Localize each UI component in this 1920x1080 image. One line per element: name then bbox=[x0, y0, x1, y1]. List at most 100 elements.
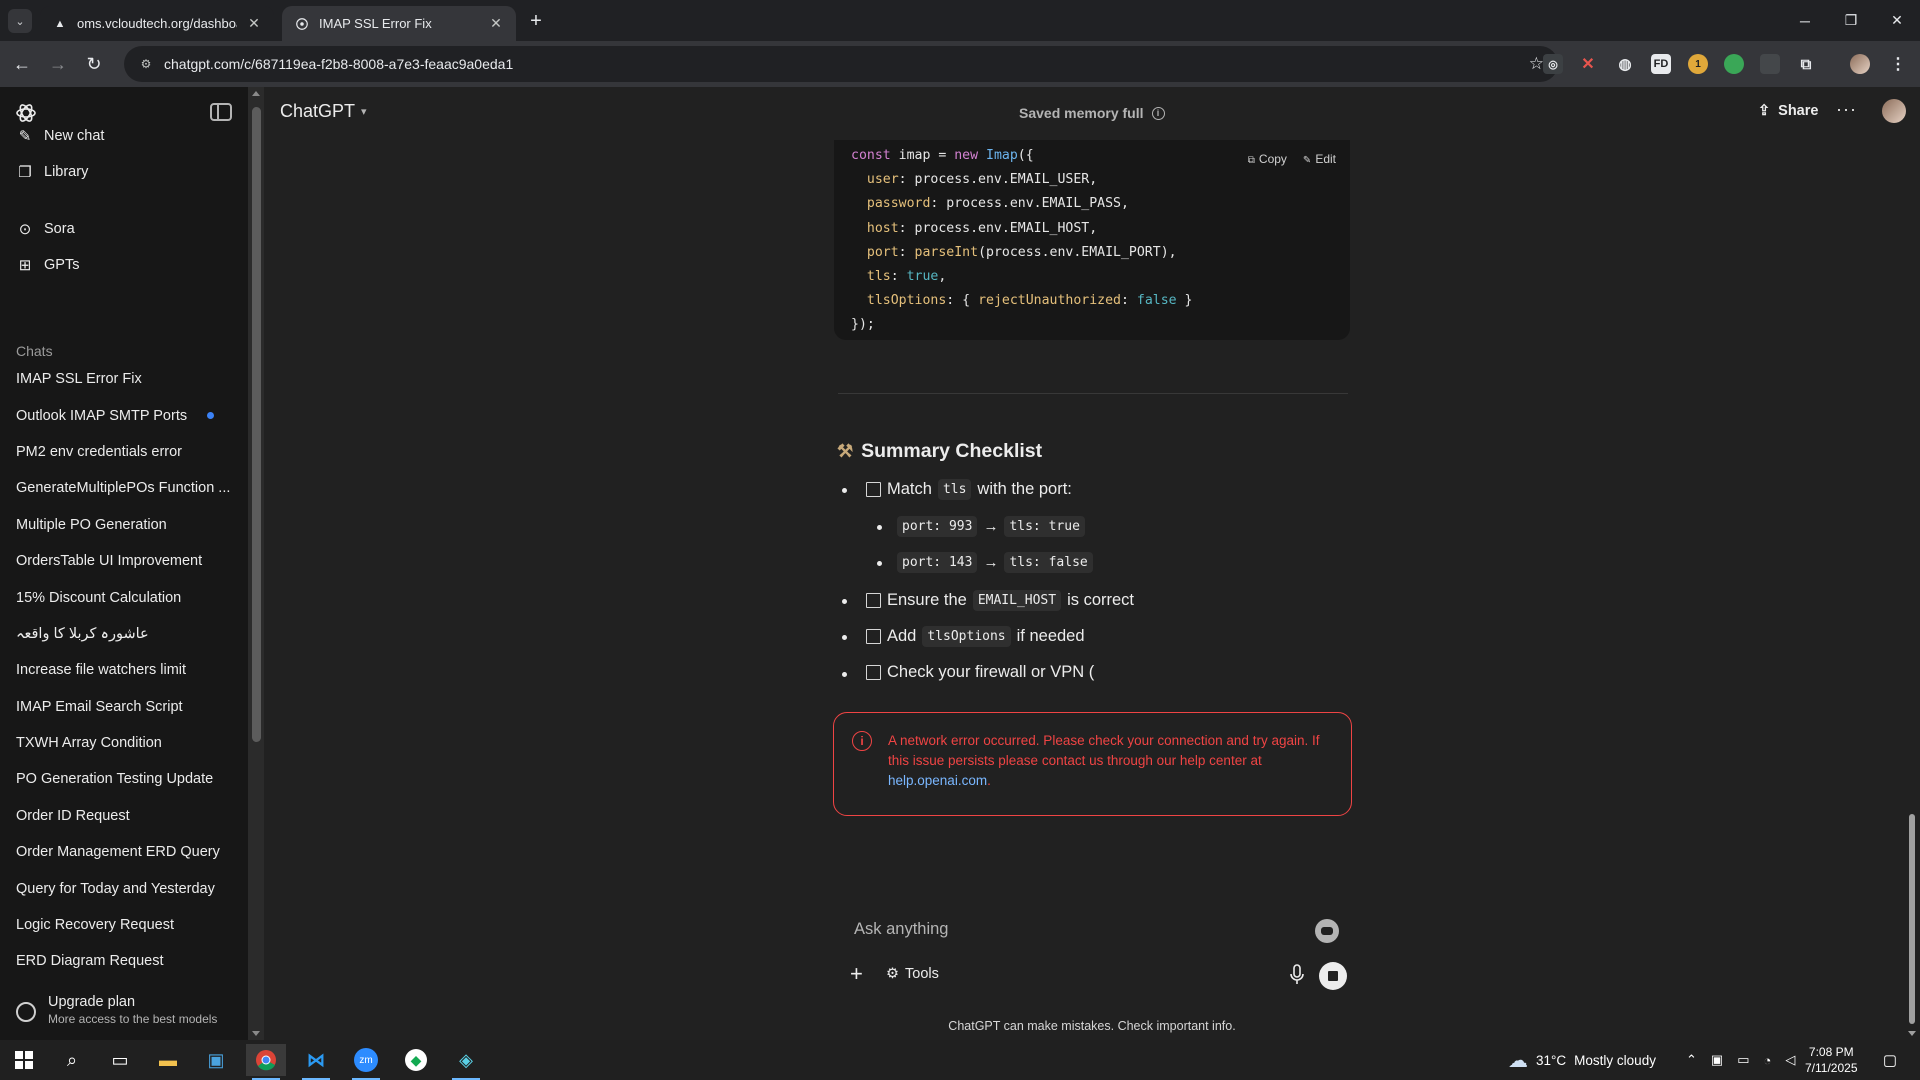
checkbox[interactable] bbox=[866, 629, 881, 644]
checkbox[interactable] bbox=[866, 482, 881, 497]
chat-item[interactable]: ERD Diagram Request bbox=[0, 943, 240, 979]
restore-icon[interactable]: ❐ bbox=[1828, 0, 1874, 41]
more-options-icon[interactable]: ··· bbox=[1836, 99, 1857, 120]
checkbox[interactable] bbox=[866, 593, 881, 608]
green-extension-icon[interactable] bbox=[1724, 54, 1744, 74]
cast-extension-icon[interactable] bbox=[1760, 54, 1780, 74]
chat-item[interactable]: 15% Discount Calculation bbox=[0, 579, 240, 615]
profile-avatar-icon[interactable] bbox=[1850, 54, 1870, 74]
stop-generation-button[interactable] bbox=[1319, 962, 1347, 990]
bookmark-star-icon[interactable]: ☆ bbox=[1529, 54, 1544, 74]
new-chat-button[interactable]: ✎ New chat bbox=[16, 127, 105, 145]
gpts-button[interactable]: ⊞ GPTs bbox=[16, 256, 80, 274]
add-attachment-icon[interactable]: + bbox=[850, 961, 863, 987]
chat-item-label: PO Generation Testing Update bbox=[16, 771, 214, 788]
upgrade-plan-button[interactable]: Upgrade plan More access to the best mod… bbox=[16, 994, 217, 1026]
scrollbar-thumb[interactable] bbox=[1909, 814, 1915, 1024]
zoom-icon[interactable]: zm bbox=[346, 1044, 386, 1080]
chat-item[interactable]: PM2 env credentials error bbox=[0, 434, 240, 470]
url-text[interactable]: chatgpt.com/c/687119ea-f2b8-8008-a7e3-fe… bbox=[164, 56, 513, 72]
mongodb-compass-icon[interactable]: ◆ bbox=[396, 1044, 436, 1076]
scroll-down-arrow-icon[interactable] bbox=[1908, 1031, 1916, 1036]
back-icon[interactable]: ← bbox=[8, 50, 36, 78]
fd-extension-icon[interactable]: FD bbox=[1651, 54, 1671, 74]
list-bullet bbox=[877, 561, 882, 566]
file-explorer-icon[interactable]: ▬ bbox=[148, 1044, 188, 1076]
new-tab-icon[interactable]: + bbox=[524, 10, 548, 34]
sidebar-scrollbar[interactable] bbox=[248, 87, 264, 1040]
task-view-icon[interactable]: ▭ bbox=[100, 1044, 140, 1076]
sidebar-toggle-icon[interactable] bbox=[210, 103, 232, 121]
tab-search-chevron-icon[interactable]: ⌄ bbox=[8, 9, 32, 33]
scroll-up-arrow-icon[interactable] bbox=[252, 91, 260, 96]
network-error-alert: i A network error occurred. Please check… bbox=[833, 712, 1352, 816]
chat-item[interactable]: Multiple PO Generation bbox=[0, 507, 240, 543]
chat-item[interactable]: Increase file watchers limit bbox=[0, 652, 240, 688]
window-close-icon[interactable]: ✕ bbox=[1874, 0, 1920, 41]
chat-item[interactable]: GenerateMultiplePOs Function ... bbox=[0, 470, 240, 506]
speaker-muted-icon[interactable]: ◁ bbox=[1785, 1052, 1795, 1068]
extensions-puzzle-icon[interactable]: ⧉ bbox=[1796, 54, 1816, 74]
chat-item[interactable]: IMAP Email Search Script bbox=[0, 689, 240, 725]
scrollbar-thumb[interactable] bbox=[252, 107, 261, 742]
browser-tab-dashboard[interactable]: ▲ oms.vcloudtech.org/dashboard ✕ bbox=[40, 6, 274, 41]
forward-icon[interactable]: → bbox=[44, 50, 72, 78]
prompt-input[interactable]: Ask anything bbox=[854, 920, 948, 939]
tools-button[interactable]: ⚙ Tools bbox=[886, 966, 939, 982]
windows-start-icon[interactable] bbox=[4, 1044, 44, 1076]
address-bar[interactable]: ⚙ chatgpt.com/c/687119ea-f2b8-8008-a7e3-… bbox=[124, 46, 1558, 82]
store-icon[interactable]: ▣ bbox=[196, 1044, 236, 1076]
chat-item[interactable]: OrdersTable UI Improvement bbox=[0, 543, 240, 579]
info-icon[interactable]: i bbox=[1151, 106, 1165, 120]
chat-item[interactable]: Query for Today and Yesterday bbox=[0, 870, 240, 906]
chat-item[interactable]: Order Management ERD Query bbox=[0, 834, 240, 870]
browser-menu-icon[interactable]: ⋮ bbox=[1888, 54, 1908, 74]
weather-widget[interactable]: ☁ 31°C Mostly cloudy bbox=[1508, 1040, 1656, 1080]
globe-extension-icon[interactable]: ◍ bbox=[1615, 54, 1635, 74]
vscode-icon[interactable]: ⋈ bbox=[296, 1044, 336, 1080]
chat-item[interactable]: Logic Recovery Request bbox=[0, 907, 240, 943]
chat-item[interactable]: Outlook IMAP SMTP Ports bbox=[0, 397, 240, 433]
site-info-icon[interactable]: ⚙ bbox=[138, 56, 154, 72]
reload-icon[interactable]: ↻ bbox=[80, 50, 108, 78]
microphone-icon[interactable] bbox=[1289, 964, 1305, 986]
avatar[interactable] bbox=[1882, 99, 1906, 123]
main-scrollbar[interactable] bbox=[1906, 87, 1920, 1040]
list-bullet bbox=[877, 525, 882, 530]
system-clock[interactable]: 7:08 PM 7/11/2025 bbox=[1805, 1044, 1858, 1076]
help-center-link[interactable]: help.openai.com bbox=[888, 773, 987, 788]
sora-button[interactable]: ⊙ Sora bbox=[16, 220, 75, 238]
chat-item[interactable]: Order ID Request bbox=[0, 798, 240, 834]
chat-item-label: Outlook IMAP SMTP Ports bbox=[16, 407, 188, 424]
model-selector[interactable]: ChatGPT ▾ bbox=[280, 101, 367, 122]
chrome-icon[interactable] bbox=[246, 1044, 286, 1080]
library-button[interactable]: ❐ Library bbox=[16, 163, 88, 181]
app-diamond-icon[interactable]: ◈ bbox=[446, 1044, 486, 1080]
close-icon[interactable]: ✕ bbox=[246, 15, 262, 32]
chat-item[interactable]: عاشورہ کربلا کا واقعہ bbox=[0, 616, 240, 652]
battery-icon[interactable]: ▭ bbox=[1737, 1052, 1749, 1068]
edit-button[interactable]: ✎ Edit bbox=[1303, 152, 1336, 166]
network-icon[interactable]: ◔ bbox=[1764, 1053, 1772, 1068]
chat-item[interactable]: PO Generation Testing Update bbox=[0, 761, 240, 797]
triangle-favicon-icon: ▲ bbox=[54, 17, 66, 30]
chat-item[interactable]: TXWH Array Condition bbox=[0, 725, 240, 761]
checkbox[interactable] bbox=[866, 665, 881, 680]
voice-mode-icon[interactable] bbox=[1315, 919, 1339, 943]
checklist-item: Add tlsOptions if needed bbox=[866, 626, 1085, 647]
share-button[interactable]: ⇪ Share bbox=[1758, 103, 1818, 119]
x-extension-icon[interactable]: ✕ bbox=[1578, 54, 1598, 74]
minimize-icon[interactable]: ─ bbox=[1782, 0, 1828, 41]
tray-security-icon[interactable]: ▣ bbox=[1711, 1052, 1723, 1068]
badge-extension-icon[interactable]: 1 bbox=[1688, 54, 1708, 74]
copy-button[interactable]: ⧉ Copy bbox=[1248, 152, 1287, 166]
browser-tab-imap[interactable]: IMAP SSL Error Fix ✕ bbox=[282, 6, 516, 41]
tray-chevron-up-icon[interactable]: ⌃ bbox=[1686, 1052, 1697, 1068]
search-icon[interactable]: ⌕ bbox=[52, 1044, 92, 1076]
close-icon[interactable]: ✕ bbox=[488, 15, 504, 32]
glasses-extension-icon[interactable]: ◎ bbox=[1543, 54, 1563, 74]
scroll-down-arrow-icon[interactable] bbox=[252, 1031, 260, 1036]
openai-logo-icon[interactable] bbox=[14, 101, 38, 125]
notifications-icon[interactable]: ▢ bbox=[1870, 1044, 1910, 1076]
chat-item[interactable]: IMAP SSL Error Fix bbox=[0, 361, 240, 397]
